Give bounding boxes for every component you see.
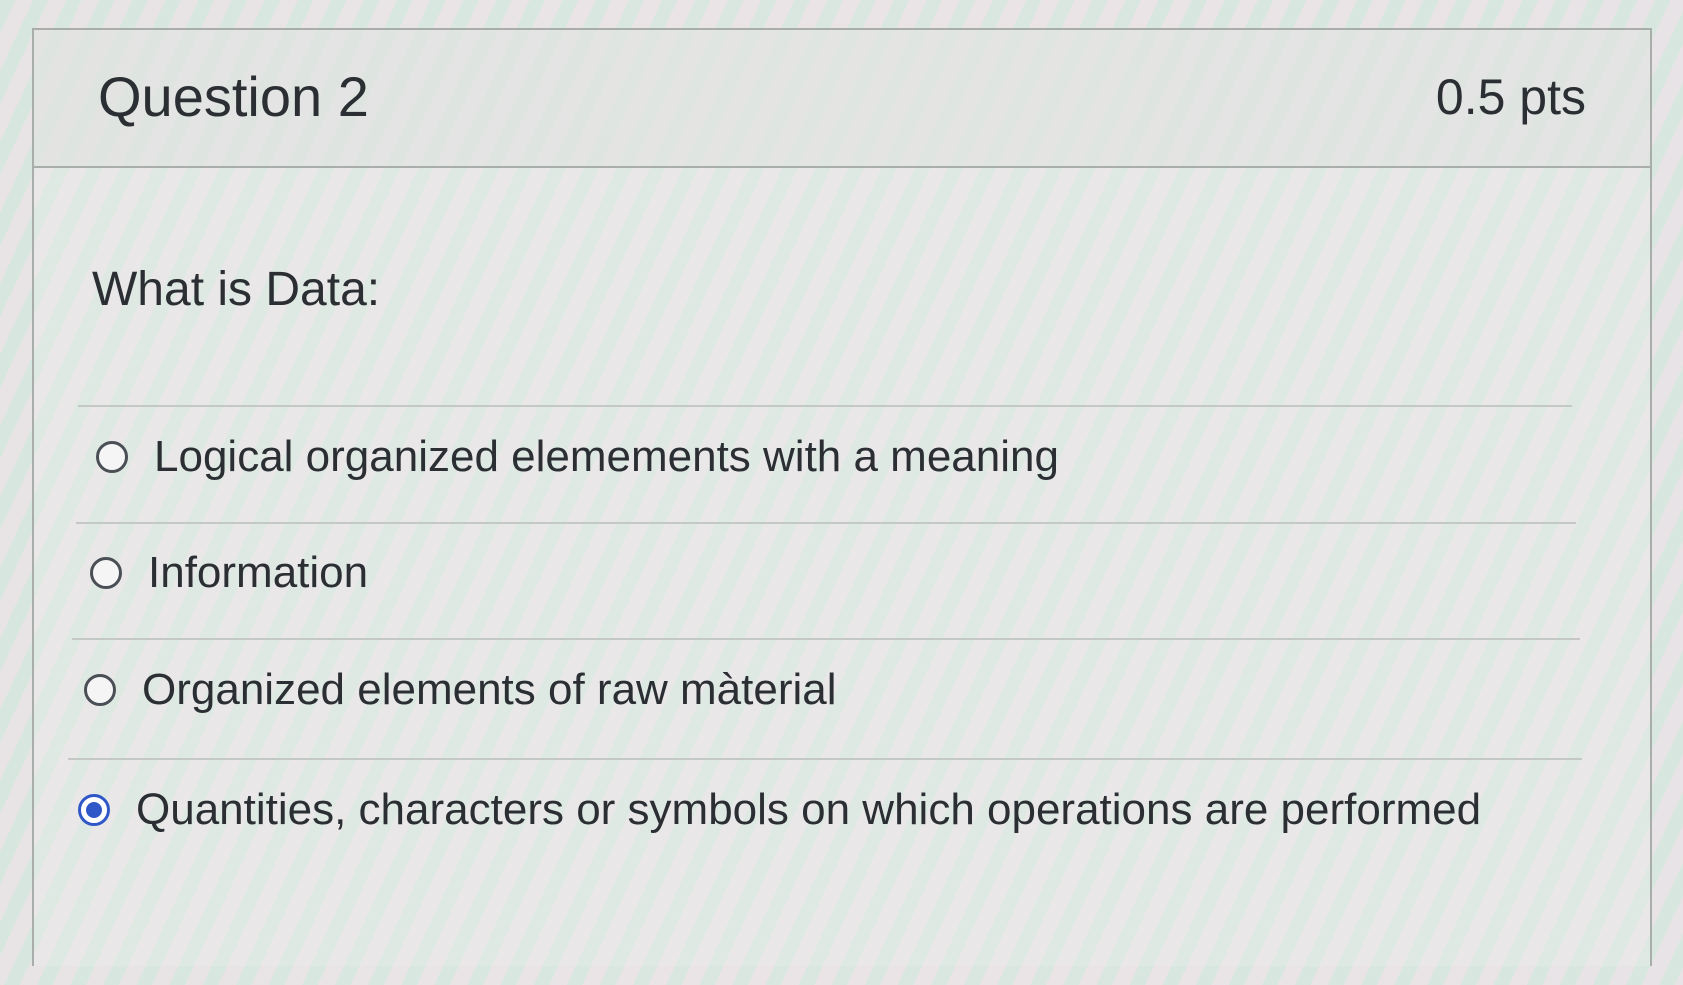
answer-label: Organized elements of raw màterial [142,665,837,714]
answer-divider [68,758,1582,760]
quiz-screen: Question 2 0.5 pts What is Data: Logical… [0,0,1683,985]
radio-button-unselected[interactable] [84,674,116,706]
question-card: Question 2 0.5 pts What is Data: Logical… [32,28,1652,966]
radio-button-unselected[interactable] [90,557,122,589]
answer-option-2[interactable]: Information [90,538,368,608]
question-header: Question 2 0.5 pts [34,30,1650,168]
question-points: 0.5 pts [1435,69,1586,125]
answer-label: Information [148,548,369,597]
answer-label: Logical organized elemements with a mean… [154,432,1059,481]
question-title: Question 2 [98,65,369,128]
answer-divider [78,405,1572,407]
answer-divider [76,522,1576,524]
answer-divider [72,638,1580,640]
answer-option-3[interactable]: Organized elements of raw màterial [84,655,837,725]
answer-label: Quantities, characters or symbols on whi… [136,785,1482,834]
question-prompt: What is Data: [92,263,381,316]
radio-button-unselected[interactable] [96,441,128,473]
answer-option-1[interactable]: Logical organized elemements with a mean… [96,422,1059,492]
answer-option-4[interactable]: Quantities, characters or symbols on whi… [78,775,1481,845]
radio-button-selected[interactable] [78,794,110,826]
